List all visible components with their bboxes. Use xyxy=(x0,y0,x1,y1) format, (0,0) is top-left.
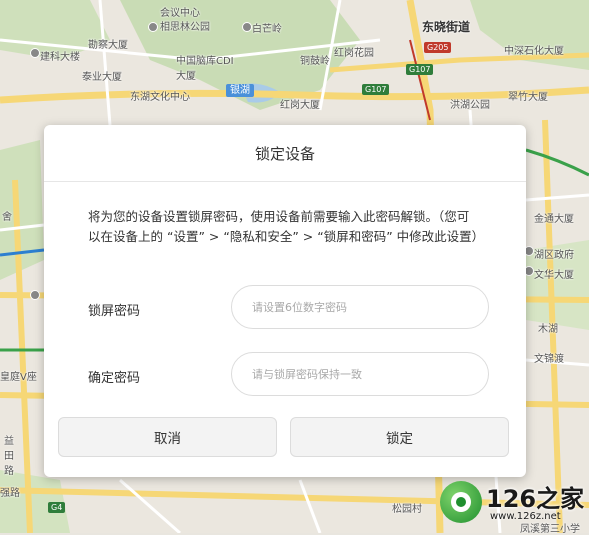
lock-button[interactable]: 锁定 xyxy=(290,417,509,457)
map-label: 皇庭V座 xyxy=(0,372,37,383)
map-label: 舍 xyxy=(2,212,12,223)
road-shield: G4 xyxy=(48,502,66,513)
map-label: 金通大厦 xyxy=(534,214,574,225)
map-label: 木湖 xyxy=(538,324,558,335)
map-label: 文华大厦 xyxy=(534,270,574,281)
map-label: 红岗花园 xyxy=(334,48,374,59)
dialog-header: 锁定设备 xyxy=(44,125,526,182)
map-poi-icon xyxy=(30,290,40,300)
map-label: 强路 xyxy=(0,488,20,499)
map-label: 白芒岭 xyxy=(252,24,282,35)
road-shield: G107 xyxy=(406,64,434,75)
confirm-password-label: 确定密码 xyxy=(88,371,141,386)
lock-device-dialog: 锁定设备 将为您的设备设置锁屏密码，使用设备前需要输入此密码解锁。（您可以在设备… xyxy=(44,125,526,477)
map-label: 中国脑库CDI大厦 xyxy=(176,56,234,82)
road-shield: G107 xyxy=(362,84,390,95)
map-label: 松园村 xyxy=(392,504,422,515)
map-label: 洪湖公园 xyxy=(450,100,490,111)
map-label: 东湖文化中心 xyxy=(130,92,190,103)
map-label: 建科大楼 xyxy=(40,52,80,63)
map-poi-icon xyxy=(30,48,40,58)
map-label: 东晓街道 xyxy=(422,20,471,34)
confirm-password-input[interactable] xyxy=(231,352,489,396)
road-shield: G205 xyxy=(424,42,452,53)
map-label: 文锦渡 xyxy=(534,354,564,365)
dialog-description: 将为您的设备设置锁屏密码，使用设备前需要输入此密码解锁。（您可以在设备上的 “设… xyxy=(88,209,485,244)
map-label: 勘察大厦 xyxy=(88,40,128,51)
map-label: 泰业大厦 xyxy=(82,72,122,83)
map-label: 相思林公园 xyxy=(160,22,210,33)
dialog-title: 锁定设备 xyxy=(254,144,315,163)
map-label: 红岗大厦 xyxy=(280,100,320,111)
watermark-brand: 126之家 xyxy=(486,485,585,513)
cancel-button[interactable]: 取消 xyxy=(58,417,277,457)
map-poi-icon xyxy=(148,22,158,32)
map-poi-icon xyxy=(242,22,252,32)
lake-label: 银湖 xyxy=(226,84,254,97)
map-label: 中深石化大厦 xyxy=(504,46,564,57)
lock-password-label: 锁屏密码 xyxy=(88,304,141,319)
watermark-url: www.126z.net xyxy=(490,511,561,522)
map-label: 湖区政府 xyxy=(534,250,574,261)
watermark: 126之家 www.126z.net xyxy=(440,477,585,531)
map-label: 铜鼓岭 xyxy=(300,56,330,67)
lock-password-input[interactable] xyxy=(231,285,489,329)
map-label: 益田路 xyxy=(4,436,14,477)
map-label: 会议中心 xyxy=(160,8,200,19)
map-label: 翠竹大厦 xyxy=(508,92,548,103)
watermark-logo-icon xyxy=(440,481,482,523)
